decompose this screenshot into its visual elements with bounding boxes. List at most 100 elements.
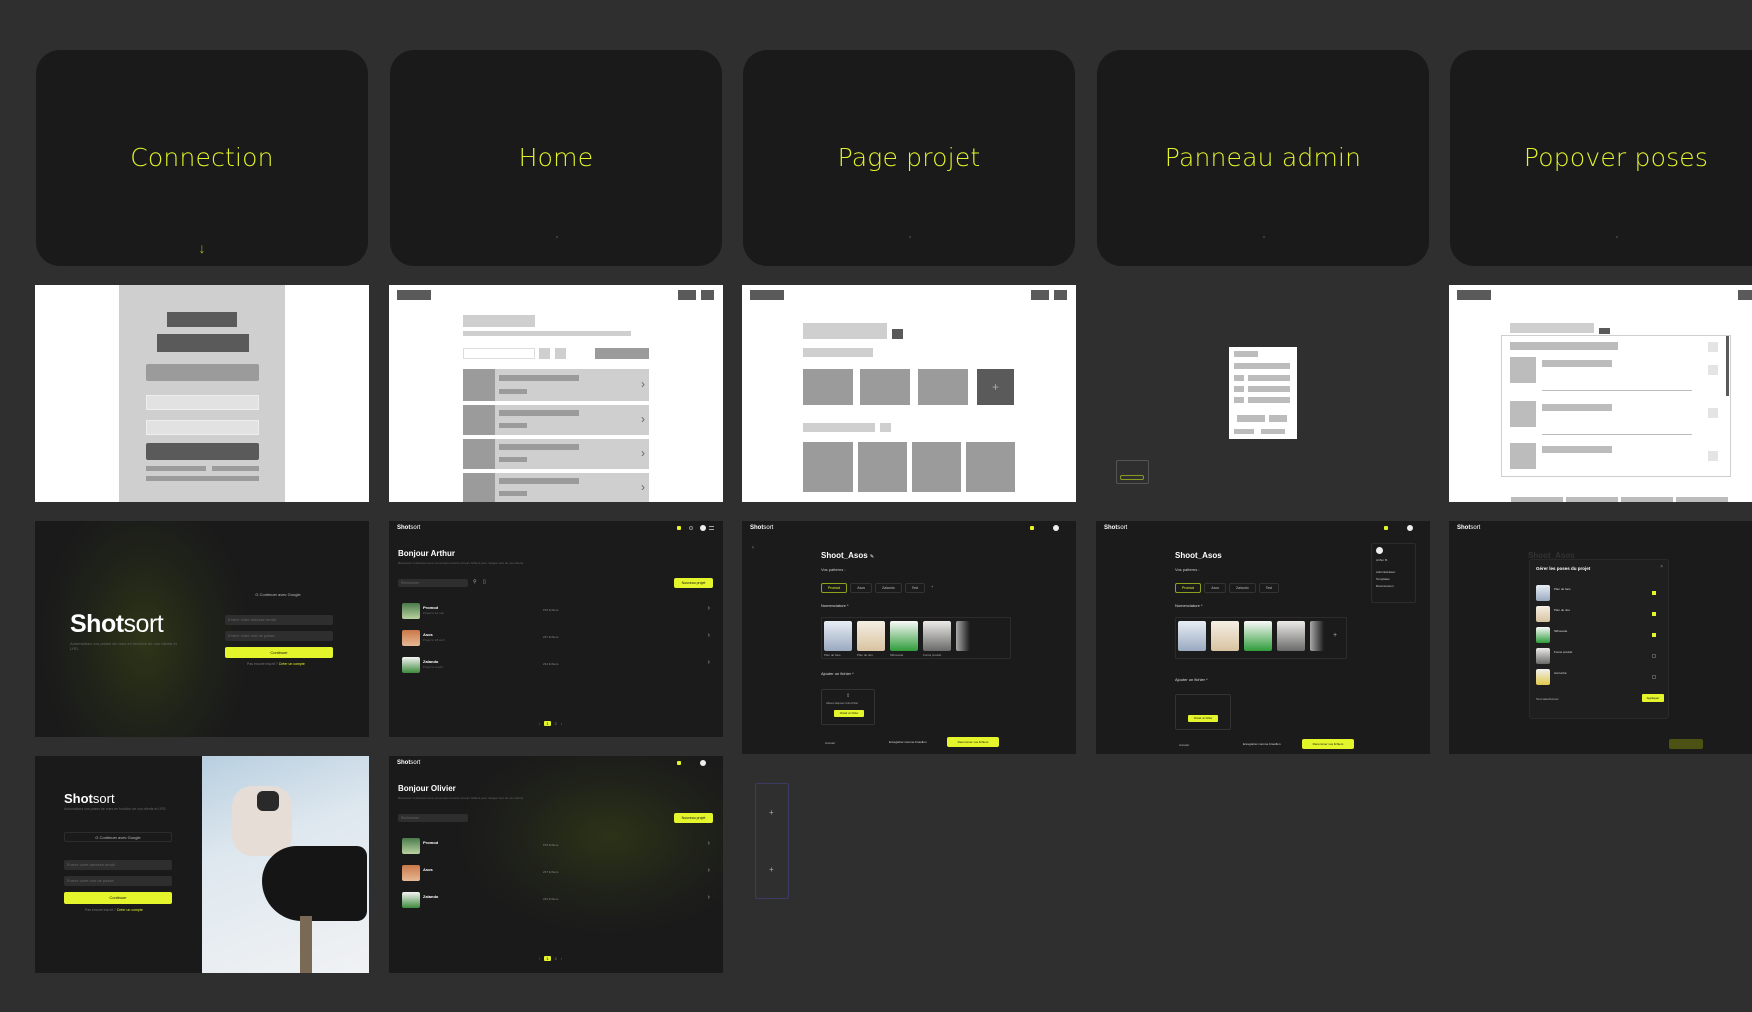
add-pose-icon[interactable]: + [1333, 632, 1337, 639]
section-card-page-projet[interactable]: Page projet [743, 50, 1075, 266]
avatar[interactable] [1407, 525, 1413, 531]
project-row[interactable]: Promod Projet le 12 mai 678 fichiers › [398, 601, 714, 621]
avatar[interactable] [1053, 525, 1059, 531]
section-card-panneau-admin[interactable]: Panneau admin [1097, 50, 1429, 266]
wireframe-home: › › › › [389, 285, 723, 502]
section-card-home[interactable]: Home [390, 50, 722, 266]
poses-strip: Plan de face Plan de dos Silhouette Focu… [821, 617, 1011, 659]
google-button[interactable]: G Continuer avec Google [223, 590, 333, 600]
section-title: Panneau admin [1164, 142, 1362, 172]
email-field[interactable]: Entrez votre adresse email [225, 615, 333, 625]
menu-icon[interactable] [709, 526, 714, 530]
email-field[interactable]: Entrez votre adresse email [64, 860, 172, 870]
greeting: Bonjour Olivier [398, 784, 456, 793]
popover-title: Gérer les poses du projet [1536, 566, 1591, 571]
screen-home-a: Shotsort Bonjour Arthur Retrouvez ci-des… [389, 521, 723, 737]
cancel-button[interactable]: Annuler [825, 741, 835, 745]
menu-item-admin[interactable]: Administrateur [1376, 570, 1395, 574]
password-field[interactable]: Entrez votre mot de passe [64, 876, 172, 886]
new-project-button[interactable]: Nouveau projet [674, 813, 713, 823]
tab-zalando[interactable]: Zalando [875, 583, 902, 593]
checkbox[interactable] [1652, 612, 1656, 616]
pattern-tabs: Promod Asos Zalando Test + [821, 583, 936, 593]
brand-logo: Shotsort [1104, 525, 1128, 531]
new-project-button[interactable]: Nouveau projet [674, 578, 713, 588]
screen-connection-b: Shotsort Automatisez vos prises de vues … [35, 756, 369, 973]
wireframe-panneau-admin [1096, 285, 1430, 502]
plus-icon[interactable]: + [769, 865, 774, 874]
chevron-right-icon: › [707, 659, 710, 666]
continue-button[interactable]: Continuer [64, 892, 172, 904]
google-button[interactable]: G Continuer avec Google [64, 832, 172, 842]
patterns-label: Vos patterns : [821, 567, 846, 572]
continue-button[interactable]: Continuer [225, 647, 333, 658]
avatar[interactable] [700, 525, 706, 531]
page-2[interactable]: 2 [555, 721, 557, 726]
create-account-link[interactable]: Créer un compte [279, 662, 305, 666]
subtitle: Retrouvez ci-dessous tous vos projets ré… [398, 561, 524, 565]
menu-item-templates[interactable]: Templates [1376, 577, 1390, 581]
pattern-tabs: Promod Asos Zalando Test [1175, 583, 1280, 593]
project-row[interactable]: Zalando Projet le 2 avril 234 fichiers › [398, 655, 714, 675]
back-icon[interactable]: ‹ [752, 545, 754, 551]
tagline: Automatisez vos prises de vues en foncti… [70, 641, 177, 651]
choose-file-button[interactable]: Choisir un fichier [834, 710, 864, 717]
hero-photo [202, 756, 369, 973]
dropzone[interactable]: ⇪ Glissez-déposez votre fichier Choisir … [821, 689, 875, 725]
upload-icon: ⇪ [846, 693, 851, 699]
pagination: ‹ 1 2 › [539, 956, 563, 961]
save-draft-button[interactable]: Enregistrer comme brouillon [889, 740, 927, 744]
nomenclature-label: Nomenclature * [821, 603, 849, 608]
project-row[interactable]: Asos Projet le 18 avril 237 fichiers › [398, 628, 714, 648]
tab-asos[interactable]: Asos [850, 583, 873, 593]
filter-icon[interactable]: ⚲ [473, 579, 477, 585]
checkbox[interactable] [1652, 654, 1656, 658]
component-variants: + + [755, 783, 789, 899]
close-icon[interactable]: × [1660, 564, 1663, 570]
page-1[interactable]: 1 [544, 721, 551, 726]
project-row[interactable]: Promod 678 fichiers › [398, 836, 714, 856]
chevron-right-icon: › [707, 605, 710, 612]
password-field[interactable]: Entrez votre mot de passe [225, 631, 333, 641]
brand-logo: Shotsort [397, 525, 421, 531]
avatar[interactable] [700, 760, 706, 766]
checkbox[interactable] [1652, 633, 1656, 637]
section-card-popover-poses[interactable]: Popover poses [1450, 50, 1752, 266]
project-thumbnail [402, 657, 420, 673]
select-all[interactable]: Tout sélectionner [1536, 697, 1559, 701]
section-title: Connection [130, 142, 274, 172]
project-thumbnail [402, 603, 420, 619]
plus-icon[interactable]: + [769, 808, 774, 817]
greeting: Bonjour Arthur [398, 549, 456, 558]
apply-button[interactable]: Appliquer [1642, 694, 1664, 702]
search-input[interactable]: Rechercher [398, 814, 468, 822]
dropzone[interactable]: Choisir un fichier [1175, 694, 1231, 730]
brand-logo: Shotsort [70, 610, 164, 638]
tab-promod[interactable]: Promod [821, 583, 848, 593]
tab-test[interactable]: Test [904, 583, 926, 593]
brand-logo: Shotsort [397, 760, 421, 766]
screen-panneau-admin: Shotsort Shoot_Asos Vos patterns : Promo… [1096, 521, 1430, 754]
chevron-right-icon: › [707, 632, 710, 639]
project-row[interactable]: Zalando 234 fichiers › [398, 890, 714, 910]
project-title: Shoot_Asos ✎ [821, 551, 875, 560]
screen-connection-a: Shotsort Automatisez vos prises de vues … [35, 521, 369, 737]
brand-logo: Shotsort [1457, 525, 1481, 531]
admin-menu: Arthur B. Administrateur Templates Décon… [1371, 543, 1416, 603]
search-input[interactable]: Rechercher [398, 579, 468, 587]
menu-item-logout[interactable]: Déconnexion [1376, 584, 1394, 588]
checkbox[interactable] [1652, 591, 1656, 595]
brand-logo: Shotsort [750, 525, 774, 531]
section-title: Home [518, 142, 594, 172]
checkbox[interactable] [1652, 675, 1656, 679]
create-account-link[interactable]: Créer un compte [117, 908, 143, 912]
project-row[interactable]: Asos 237 fichiers › [398, 863, 714, 883]
screen-page-projet: Shotsort ‹ Shoot_Asos ✎ Vos patterns : P… [742, 521, 1076, 754]
chevron-right-icon: › [707, 867, 710, 874]
add-tab-icon[interactable]: + [928, 583, 936, 593]
trash-icon[interactable]: ▯ [483, 579, 486, 585]
rename-files-button[interactable]: Renommer vos fichiers [947, 737, 999, 747]
pencil-icon[interactable]: ✎ [870, 554, 874, 560]
signup-row: Pas encore inscrit ? Créer un compte [247, 662, 305, 666]
section-card-connection[interactable]: Connection ↓ [36, 50, 368, 266]
